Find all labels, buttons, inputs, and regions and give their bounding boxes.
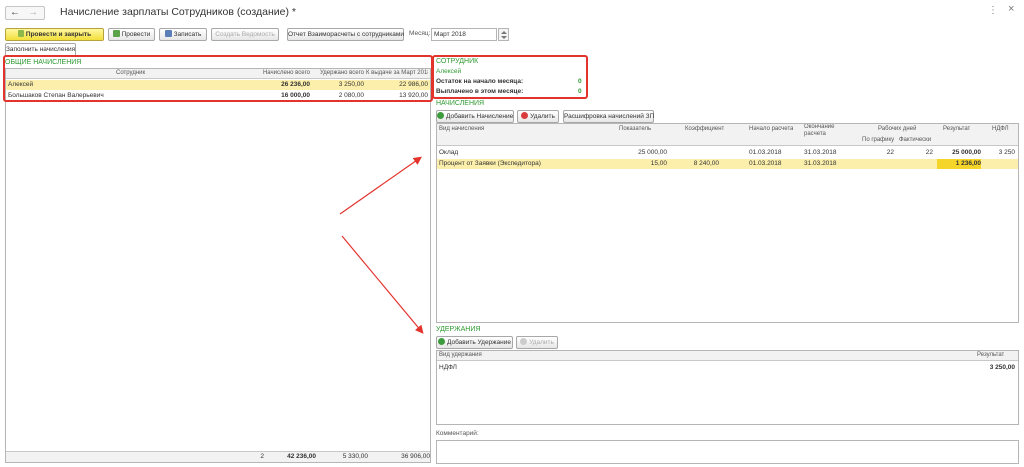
month-field[interactable]: Март 2018 (431, 28, 497, 41)
post-and-close-button[interactable]: Провести и закрыть (5, 28, 104, 41)
post-button[interactable]: Провести (108, 28, 155, 41)
accruals-section-title: НАЧИСЛЕНИЯ (436, 100, 485, 107)
total-payout: 36 906,00 (401, 453, 430, 460)
start-date: 01.03.2018 (749, 160, 782, 167)
nav-buttons: ← → (5, 6, 45, 20)
accruals-header: Вид начисления Показатель Коэффициент На… (437, 124, 1018, 146)
month-stepper[interactable] (498, 28, 509, 41)
post-icon (112, 30, 120, 37)
deductions-header: Вид удержания Результат (437, 351, 1018, 361)
decode-accruals-button[interactable]: Расшифровка начислений ЗП (563, 110, 654, 123)
col-coefficient: Коэффициент (685, 126, 725, 132)
delete-accrual-button[interactable]: Удалить (517, 110, 559, 123)
col-result: Результат (943, 126, 971, 132)
back-button[interactable]: ← (10, 7, 20, 19)
month-label: Месяц: (409, 30, 431, 37)
col-deduction-type: Вид удержания (439, 352, 482, 358)
actual-days: 22 (925, 149, 933, 156)
arrow-to-deductions (341, 235, 424, 334)
col-indicator: Показатель (619, 126, 652, 132)
delete-deduction-button[interactable]: Удалить (516, 336, 558, 349)
coefficient-value: 8 240,00 (693, 160, 719, 167)
deductions-section-title: УДЕРЖАНИЯ (436, 326, 481, 333)
col-deduction-result: Результат (977, 352, 1005, 358)
accruals-table: Вид начисления Показатель Коэффициент На… (436, 123, 1019, 323)
document-icon (17, 30, 24, 37)
end-date: 31.03.2018 (804, 160, 837, 167)
table-row[interactable]: Оклад 25 000,00 01.03.2018 31.03.2018 22… (437, 148, 1018, 158)
report-button[interactable]: Отчет Взаиморасчеты с сотрудниками (287, 28, 404, 41)
ndfl-value: 3 250 (998, 149, 1015, 156)
table-row[interactable]: НДФЛ 3 250,00 (437, 363, 1018, 373)
comment-field[interactable] (436, 440, 1019, 464)
delete-icon (521, 112, 529, 119)
page-title: Начисление зарплаты Сотрудников (создани… (60, 6, 296, 18)
col-start: Начало расчета (749, 126, 794, 132)
forward-button[interactable]: → (28, 7, 38, 19)
indicator-value: 25 000,00 (638, 149, 667, 156)
delete-icon (520, 338, 528, 345)
col-end: Окончание расчета (804, 124, 835, 137)
start-date: 01.03.2018 (749, 149, 782, 156)
save-icon (164, 30, 172, 37)
deductions-table: Вид удержания Результат НДФЛ 3 250,00 (436, 350, 1019, 425)
col-actual: Фактически (899, 137, 932, 143)
close-icon[interactable]: × (1008, 3, 1014, 15)
col-workdays: Рабочих дней (878, 126, 917, 132)
accrual-type: Оклад (439, 149, 459, 156)
end-date: 31.03.2018 (804, 149, 837, 156)
col-by-schedule: По графику (862, 137, 895, 143)
arrow-to-accruals (339, 156, 422, 215)
save-button[interactable]: Записать (159, 28, 207, 41)
deduction-type: НДФЛ (439, 364, 457, 371)
general-totals: 2 42 236,00 5 330,00 36 906,00 (6, 451, 430, 462)
total-accrued: 42 236,00 (287, 453, 316, 460)
col-accrual-type: Вид начисления (439, 126, 485, 132)
down-icon (501, 36, 507, 39)
table-row[interactable]: Процент от Заявки (Экспедитора) 15,00 8 … (437, 159, 1018, 169)
indicator-value: 15,00 (650, 160, 667, 167)
up-icon (501, 31, 507, 34)
add-deduction-button[interactable]: Добавить Удержание (436, 336, 513, 349)
plus-icon (437, 112, 444, 119)
result-value: 25 000,00 (952, 149, 981, 156)
highlight-frame-general (3, 55, 433, 102)
annotation-arrows (339, 156, 424, 334)
schedule-days: 22 (886, 149, 894, 156)
deduction-result: 3 250,00 (989, 364, 1015, 371)
create-statement-button[interactable]: Создать Ведомость (211, 28, 279, 41)
result-value: 1 236,00 (937, 159, 981, 169)
more-icon[interactable]: ⋮ (988, 5, 998, 16)
total-withheld: 5 330,00 (342, 453, 368, 460)
col-ndfl: НДФЛ (992, 126, 1009, 132)
highlight-frame-employee (432, 55, 588, 99)
comment-label: Комментарий: (436, 430, 479, 437)
month-value: Март 2018 (434, 31, 466, 38)
add-accrual-button[interactable]: Добавить Начисление (436, 110, 514, 123)
plus-icon (438, 338, 445, 345)
accrual-type: Процент от Заявки (Экспедитора) (439, 160, 541, 167)
